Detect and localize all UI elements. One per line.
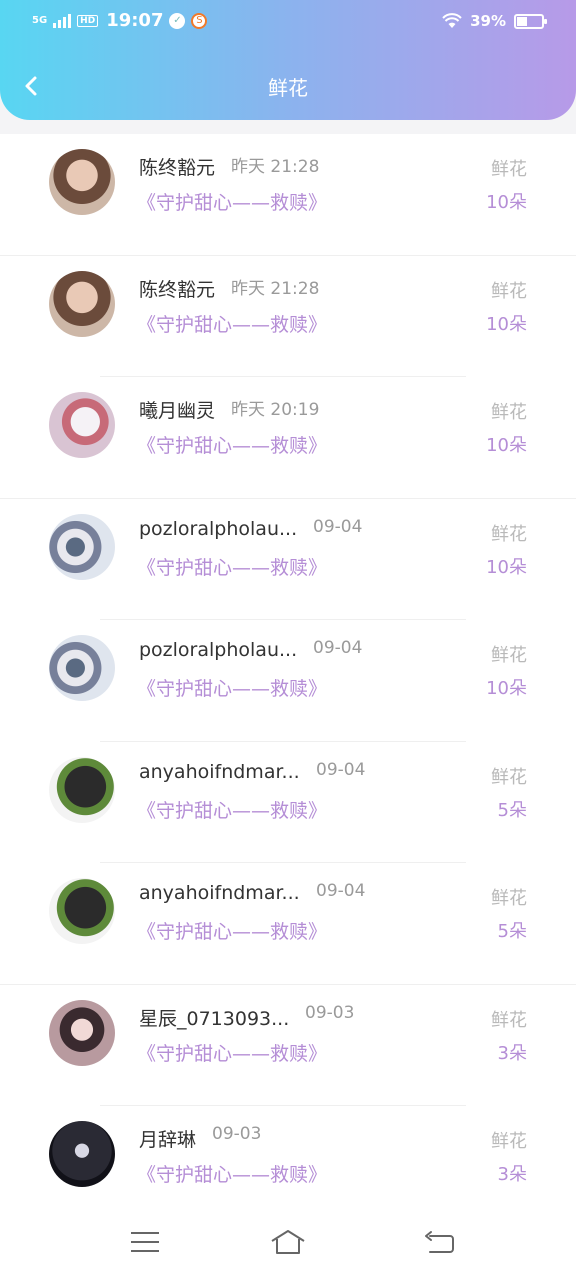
home-icon[interactable] xyxy=(270,1228,306,1256)
network-label: 5G xyxy=(32,14,48,26)
gift-type-label: 鲜花 xyxy=(491,888,527,909)
user-name: 陈终豁元 xyxy=(139,278,216,301)
gift-count: 5朵 xyxy=(497,799,527,821)
gift-count: 10朵 xyxy=(486,435,527,456)
book-title: 《守护甜心——救赎》 xyxy=(137,313,328,336)
gift-count: 10朵 xyxy=(486,192,527,213)
book-title: 《守护甜心——救赎》 xyxy=(137,1042,328,1065)
timestamp: 09-04 xyxy=(316,759,366,780)
status-bar: 5G HD 19:07 ✓ S 39% xyxy=(0,0,576,44)
timestamp: 09-04 xyxy=(316,881,366,901)
list-item[interactable]: 陈终豁元 昨天 21:28 《守护甜心——救赎》 鲜花 10朵 xyxy=(0,134,576,256)
avatar[interactable] xyxy=(49,1121,115,1187)
user-name: 月辞琳 xyxy=(139,1129,197,1151)
user-name: 曦月幽灵 xyxy=(139,400,216,422)
avatar[interactable] xyxy=(49,635,115,701)
signal-icon xyxy=(53,13,72,28)
user-name: anyahoifndmar... xyxy=(139,882,300,904)
list-item[interactable]: 陈终豁元 昨天 21:28 《守护甜心——救赎》 鲜花 10朵 xyxy=(0,256,576,377)
user-name: 陈终豁元 xyxy=(139,157,216,179)
compass-icon: ✓ xyxy=(169,12,186,29)
list-item[interactable]: 月辞琳 09-03 《守护甜心——救赎》 鲜花 3朵 xyxy=(0,1106,576,1204)
status-time: 19:07 xyxy=(106,10,164,31)
user-name: anyahoifndmar... xyxy=(139,760,300,783)
list-item[interactable]: pozloralpholau... 09-04 《守护甜心——救赎》 鲜花 10朵 xyxy=(0,620,576,742)
gift-type-label: 鲜花 xyxy=(491,1131,527,1152)
timestamp: 昨天 20:19 xyxy=(231,400,320,420)
book-title: 《守护甜心——救赎》 xyxy=(137,921,328,943)
list-item[interactable]: 星辰_0713093... 09-03 《守护甜心——救赎》 鲜花 3朵 xyxy=(0,985,576,1106)
book-title: 《守护甜心——救赎》 xyxy=(137,678,328,700)
gift-count: 10朵 xyxy=(486,678,527,699)
gift-type-label: 鲜花 xyxy=(491,402,527,423)
return-icon[interactable] xyxy=(422,1228,458,1256)
book-title: 《守护甜心——救赎》 xyxy=(137,192,328,214)
app-notification-icon: S xyxy=(191,12,208,29)
timestamp: 昨天 21:28 xyxy=(231,157,320,177)
gift-type-label: 鲜花 xyxy=(491,1009,527,1031)
book-title: 《守护甜心——救赎》 xyxy=(137,1164,328,1186)
list-item[interactable]: anyahoifndmar... 09-04 《守护甜心——救赎》 鲜花 5朵 xyxy=(0,742,576,863)
gift-count: 10朵 xyxy=(486,313,527,335)
avatar[interactable] xyxy=(49,756,115,823)
book-title: 《守护甜心——救赎》 xyxy=(137,435,328,457)
gift-type-label: 鲜花 xyxy=(491,159,527,180)
user-name: 星辰_0713093... xyxy=(139,1007,290,1030)
list-item[interactable]: anyahoifndmar... 09-04 《守护甜心——救赎》 鲜花 5朵 xyxy=(0,863,576,985)
page-title: 鲜花 xyxy=(268,76,308,100)
gift-count: 3朵 xyxy=(497,1164,527,1185)
menu-icon[interactable] xyxy=(127,1228,163,1256)
gift-count: 5朵 xyxy=(497,921,527,942)
gift-type-label: 鲜花 xyxy=(491,280,527,302)
battery-icon xyxy=(514,13,547,29)
header: 5G HD 19:07 ✓ S 39% 鲜花 xyxy=(0,0,576,120)
gift-count: 10朵 xyxy=(486,556,527,578)
avatar[interactable] xyxy=(49,270,115,337)
avatar[interactable] xyxy=(49,513,115,580)
book-title: 《守护甜心——救赎》 xyxy=(137,799,328,822)
timestamp: 09-04 xyxy=(313,516,363,537)
nav-bar: 鲜花 xyxy=(0,58,576,114)
battery-percent: 39% xyxy=(470,12,506,30)
avatar[interactable] xyxy=(49,392,115,458)
flower-list: 陈终豁元 昨天 21:28 《守护甜心——救赎》 鲜花 10朵 陈终豁元 昨天 21:28 《… xyxy=(0,134,576,1204)
timestamp: 09-03 xyxy=(305,1002,355,1023)
gift-count: 3朵 xyxy=(497,1042,527,1064)
user-name: pozloralpholau... xyxy=(139,517,298,540)
wifi-icon xyxy=(442,13,462,28)
system-nav-bar xyxy=(0,1204,576,1280)
user-name: pozloralpholau... xyxy=(139,639,298,661)
book-title: 《守护甜心——救赎》 xyxy=(137,556,328,579)
gift-type-label: 鲜花 xyxy=(491,645,527,666)
gift-type-label: 鲜花 xyxy=(491,523,527,545)
gift-type-label: 鲜花 xyxy=(491,766,527,788)
avatar[interactable] xyxy=(49,149,115,215)
avatar[interactable] xyxy=(49,999,115,1066)
timestamp: 09-04 xyxy=(313,638,363,658)
hd-badge: HD xyxy=(77,14,99,27)
avatar[interactable] xyxy=(49,878,115,944)
timestamp: 昨天 21:28 xyxy=(231,278,320,299)
list-item[interactable]: pozloralpholau... 09-04 《守护甜心——救赎》 鲜花 10朵 xyxy=(0,499,576,620)
list-item[interactable]: 曦月幽灵 昨天 20:19 《守护甜心——救赎》 鲜花 10朵 xyxy=(0,377,576,499)
timestamp: 09-03 xyxy=(212,1124,262,1144)
